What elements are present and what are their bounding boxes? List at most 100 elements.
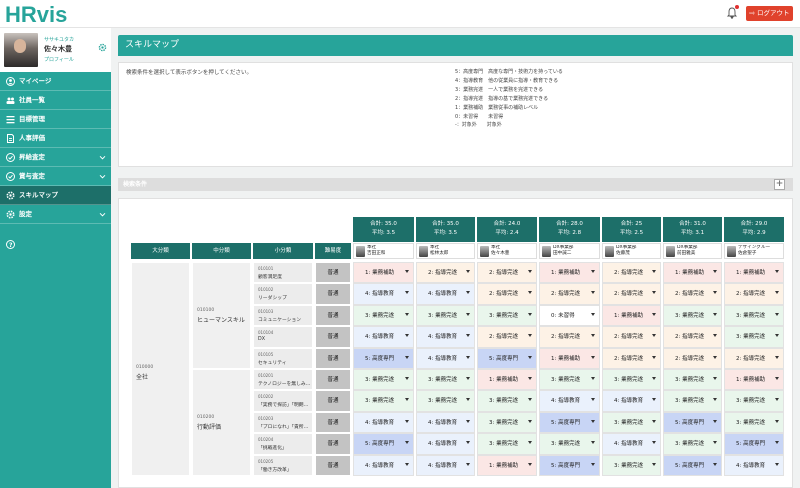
employee-card[interactable]: デザイングルー 佐倉聖子 — [724, 243, 784, 259]
skill-level-select[interactable]: 3: 業務完遂 — [416, 304, 475, 327]
skill-level-select[interactable]: 3: 業務完遂 — [539, 433, 600, 455]
skill-level-select[interactable]: 2: 指導完遂 — [477, 326, 537, 348]
hrvis-logo[interactable]: HRvis — [5, 2, 125, 26]
skill-level-select[interactable]: 1: 業務補助 — [724, 369, 784, 391]
employee-card[interactable]: 本社 佐々木豊 — [477, 243, 537, 259]
skill-level-select[interactable]: 1: 業務補助 — [663, 262, 722, 284]
skill-level-select[interactable]: 1: 業務補助 — [477, 369, 537, 391]
skill-level-value: 5: 高度専門 — [736, 441, 766, 448]
skill-level-select[interactable]: 2: 指導完遂 — [663, 283, 722, 305]
skill-level-select[interactable]: 4: 指導教育 — [416, 326, 475, 348]
skill-level-select[interactable]: 3: 業務完遂 — [602, 369, 661, 391]
skill-level-select[interactable]: 3: 業務完遂 — [663, 304, 722, 327]
skill-level-select[interactable]: 3: 業務完遂 — [477, 304, 537, 327]
skill-level-select[interactable]: 3: 業務完遂 — [602, 411, 661, 434]
skill-level-select[interactable]: 3: 業務完遂 — [724, 390, 784, 412]
skill-level-select[interactable]: 2: 指導完遂 — [539, 326, 600, 348]
skill-level-select[interactable]: 1: 業務補助 — [602, 304, 661, 327]
skill-level-select[interactable]: 3: 業務完遂 — [539, 369, 600, 391]
skill-level-select[interactable]: 2: 指導完遂 — [477, 283, 537, 305]
skill-level-select[interactable]: 2: 指導完遂 — [602, 262, 661, 284]
employee-card[interactable]: 本社 松林太郎 — [416, 243, 475, 259]
minor-category-cell: 010204 「挑戦進化」 — [253, 433, 313, 455]
skill-level-select[interactable]: 2: 指導完遂 — [663, 347, 722, 369]
skill-level-select[interactable]: 5: 高度専門 — [353, 347, 414, 369]
skill-level-select[interactable]: 2: 指導完遂 — [602, 326, 661, 348]
skill-level-select[interactable]: 3: 業務完遂 — [477, 433, 537, 455]
skill-level-select[interactable]: 4: 指導教育 — [416, 433, 475, 455]
skill-level-select[interactable]: 1: 業務補助 — [353, 262, 414, 284]
skill-level-select[interactable]: 4: 指導教育 — [602, 390, 661, 412]
skill-level-select[interactable]: 3: 業務完遂 — [724, 304, 784, 327]
sidebar-item-mypage[interactable]: マイページ — [0, 72, 111, 91]
skill-level-select[interactable]: 5: 高度専門 — [477, 347, 537, 369]
skill-level-select[interactable]: 3: 業務完遂 — [477, 411, 537, 434]
skill-level-select[interactable]: 3: 業務完遂 — [477, 390, 537, 412]
employee-card[interactable]: DX事業部 前田雅美 — [663, 243, 722, 259]
skill-level-select[interactable]: 1: 業務補助 — [539, 262, 600, 284]
skill-level-select[interactable]: 5: 高度専門 — [539, 454, 600, 476]
chevron-down-icon — [652, 377, 656, 380]
employee-card[interactable]: DX事業部 田中誠二 — [539, 243, 600, 259]
skill-level-select[interactable]: 4: 指導教育 — [353, 411, 414, 434]
skill-level-select[interactable]: 3: 業務完遂 — [663, 433, 722, 455]
sidebar-item-skillmap[interactable]: スキルマップ — [0, 186, 111, 205]
skill-level-select[interactable]: 3: 業務完遂 — [724, 326, 784, 348]
skill-level-select[interactable]: 5: 高度専門 — [724, 433, 784, 455]
profile-link[interactable]: プロフィール — [44, 56, 74, 63]
sidebar-item-settings[interactable]: 設定 — [0, 205, 111, 224]
skill-level-select[interactable]: 5: 高度専門 — [663, 454, 722, 476]
skill-level-select[interactable]: 2: 指導完遂 — [602, 283, 661, 305]
skill-level-select[interactable]: 2: 指導完遂 — [539, 283, 600, 305]
skill-level-select[interactable]: 3: 業務完遂 — [353, 390, 414, 412]
sidebar-item-raise[interactable]: 昇給査定 — [0, 148, 111, 167]
skill-level-select[interactable]: 2: 指導完遂 — [602, 347, 661, 369]
skill-level-select[interactable]: 4: 指導教育 — [724, 454, 784, 476]
gear-icon[interactable] — [98, 43, 107, 52]
chevron-down-icon — [591, 312, 595, 316]
header-major: 大分類 — [131, 243, 190, 259]
skill-level-select[interactable]: 1: 業務補助 — [724, 262, 784, 284]
expand-button[interactable]: + — [774, 179, 785, 190]
skill-level-select[interactable]: 3: 業務完遂 — [353, 369, 414, 391]
search-conditions-bar[interactable]: 検索条件 + — [118, 178, 793, 191]
chevron-down-icon — [775, 270, 779, 273]
skill-level-select[interactable]: 3: 業務完遂 — [663, 390, 722, 412]
sidebar-item-evaluation[interactable]: 人事評価 — [0, 129, 111, 148]
skill-level-select[interactable]: 4: 指導教育 — [353, 326, 414, 348]
employee-card[interactable]: DX事業部 佐藤茂 — [602, 243, 661, 259]
skill-level-select[interactable]: 2: 指導完遂 — [477, 262, 537, 284]
sidebar-item-employees[interactable]: 社員一覧 — [0, 91, 111, 110]
skill-level-select[interactable]: 2: 指導完遂 — [724, 347, 784, 369]
skill-level-select[interactable]: 2: 指導完遂 — [416, 262, 475, 284]
skill-level-select[interactable]: 4: 指導教育 — [353, 454, 414, 476]
skill-level-select[interactable]: 5: 高度専門 — [663, 411, 722, 434]
skill-level-select[interactable]: 4: 指導教育 — [416, 411, 475, 434]
sidebar-item-goals[interactable]: 目標管理 — [0, 110, 111, 129]
sidebar-item-help[interactable]: ? — [0, 235, 111, 254]
skill-level-select[interactable]: 4: 指導教育 — [416, 283, 475, 305]
skill-level-select[interactable]: 1: 業務補助 — [477, 454, 537, 476]
skill-level-select[interactable]: 3: 業務完遂 — [353, 304, 414, 327]
skill-level-select[interactable]: 4: 指導教育 — [539, 390, 600, 412]
skill-level-select[interactable]: 5: 高度専門 — [539, 411, 600, 434]
skill-level-select[interactable]: 4: 指導教育 — [602, 433, 661, 455]
skill-level-select[interactable]: 4: 指導教育 — [353, 283, 414, 305]
skill-level-select[interactable]: 3: 業務完遂 — [416, 369, 475, 391]
logout-button[interactable]: ⇨ ログアウト — [746, 6, 793, 21]
skill-level-select[interactable]: 3: 業務完遂 — [663, 369, 722, 391]
skill-level-select[interactable]: 3: 業務完遂 — [602, 454, 661, 476]
skill-level-select[interactable]: 0: 未習得 — [539, 304, 600, 327]
skill-level-select[interactable]: 4: 指導教育 — [416, 347, 475, 369]
skill-level-select[interactable]: 3: 業務完遂 — [416, 390, 475, 412]
employee-card[interactable]: 本社 吉田正和 — [353, 243, 414, 259]
chevron-down-icon — [652, 419, 656, 423]
avatar[interactable] — [4, 33, 38, 67]
skill-level-select[interactable]: 1: 業務補助 — [539, 347, 600, 369]
skill-level-select[interactable]: 2: 指導完遂 — [724, 283, 784, 305]
sidebar-item-bonus[interactable]: 賞与査定 — [0, 167, 111, 186]
skill-level-select[interactable]: 3: 業務完遂 — [724, 411, 784, 434]
skill-level-select[interactable]: 5: 高度専門 — [353, 433, 414, 455]
skill-level-select[interactable]: 2: 指導完遂 — [663, 326, 722, 348]
skill-level-select[interactable]: 4: 指導教育 — [416, 454, 475, 476]
